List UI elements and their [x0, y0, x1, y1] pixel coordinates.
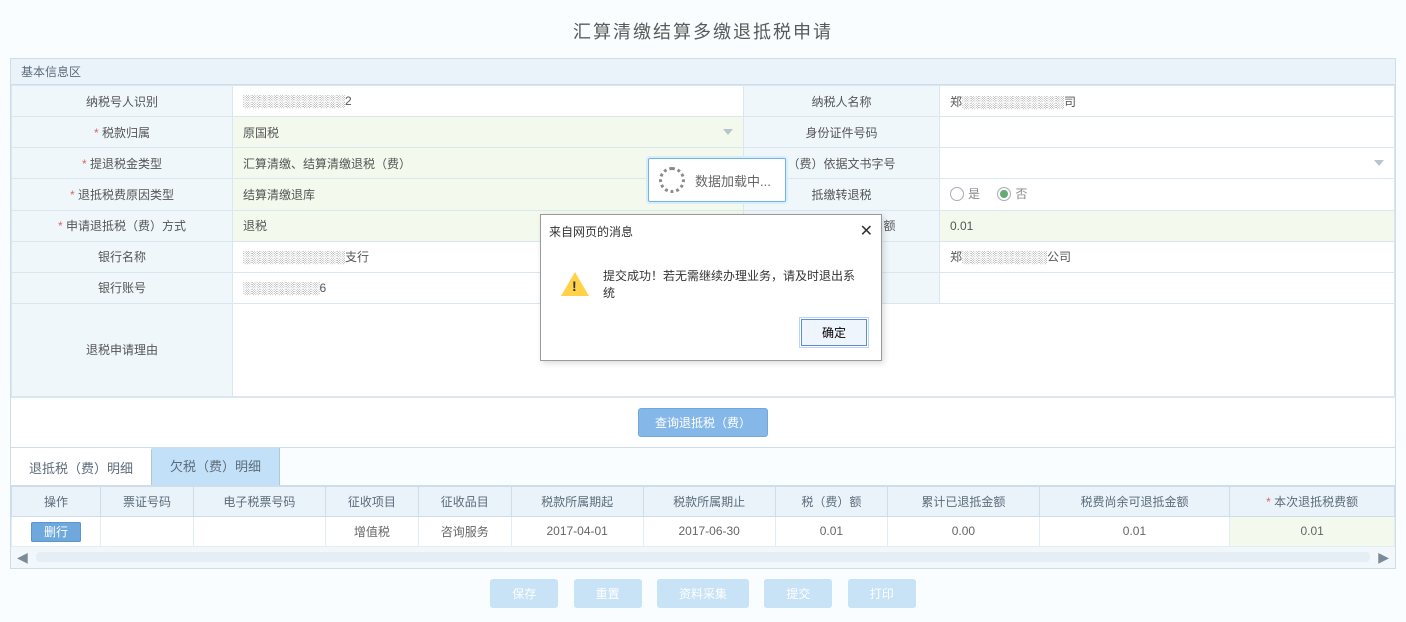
lbl-reason-type: * 退抵税费原因类型 — [12, 179, 233, 211]
col-cert: 票证号码 — [101, 486, 194, 516]
cell-from: 2017-04-01 — [511, 516, 643, 546]
select-tax-belong[interactable]: 原国税 — [233, 117, 744, 148]
query-bar: 查询退抵税（费） — [11, 397, 1395, 447]
cell-this-time[interactable]: 0.01 — [1230, 516, 1395, 546]
lbl-taxpayer-id: 纳税号人识别 — [12, 86, 233, 117]
lbl-bank-name: 银行名称 — [12, 241, 233, 272]
radio-no[interactable]: 否 — [997, 185, 1027, 202]
delete-row-button[interactable]: 删行 — [31, 522, 81, 542]
dialog-ok-button[interactable]: 确定 — [801, 319, 867, 346]
cell-eticket[interactable] — [193, 516, 325, 546]
cell-cert[interactable] — [101, 516, 194, 546]
dialog-message: 提交成功！若无需继续办理业务，请及时退出系统 — [603, 267, 861, 301]
dialog-title: 来自网页的消息 — [549, 223, 633, 240]
save-button[interactable]: 保存 — [490, 579, 558, 608]
lbl-taxpayer-name: 纳税人名称 — [744, 86, 940, 117]
col-subitem: 征收品目 — [418, 486, 511, 516]
close-icon[interactable]: ✕ — [860, 221, 873, 241]
val-taxpayer-id: ░░░░░░░░░░░░2 — [233, 86, 744, 117]
page-title: 汇算清缴结算多缴退抵税申请 — [0, 0, 1406, 58]
cell-to: 2017-06-30 — [643, 516, 775, 546]
col-remain: 税费尚余可退抵金额 — [1039, 486, 1230, 516]
scroll-track[interactable] — [36, 552, 1370, 562]
tab-owe-detail[interactable]: 欠税（费）明细 — [152, 448, 280, 485]
footer-actions: 保存 重置 资料采集 提交 打印 — [0, 579, 1406, 608]
val-apply-amt: 0.01 — [940, 210, 1395, 241]
detail-grid: 操作 票证号码 电子税票号码 征收项目 征收品目 税款所属期起 税款所属期止 税… — [10, 485, 1396, 569]
radio-yes[interactable]: 是 — [950, 185, 980, 202]
col-eticket: 电子税票号码 — [193, 486, 325, 516]
lbl-bank-acct: 银行账号 — [12, 272, 233, 303]
col-item: 征收项目 — [325, 486, 418, 516]
reset-button[interactable]: 重置 — [574, 579, 642, 608]
table-row: 删行 增值税 咨询服务 2017-04-01 2017-06-30 0.01 0… — [12, 516, 1395, 546]
col-to: 税款所属期止 — [643, 486, 775, 516]
lbl-method: * 申请退抵税（费）方式 — [12, 210, 233, 241]
lbl-reason-text: 退税申请理由 — [12, 303, 233, 396]
warning-icon — [561, 272, 589, 296]
lbl-tax-belong: * 税款归属 — [12, 117, 233, 148]
col-op: 操作 — [12, 486, 101, 516]
alert-dialog: 来自网页的消息 ✕ 提交成功！若无需继续办理业务，请及时退出系统 确定 — [540, 214, 882, 361]
cell-item[interactable]: 增值税 — [325, 516, 418, 546]
horizontal-scrollbar[interactable]: ◀ ▶ — [11, 547, 1395, 568]
cell-subitem[interactable]: 咨询服务 — [418, 516, 511, 546]
val-taxpayer-name: 郑░░░░░░░░░░░░司 — [940, 86, 1395, 117]
val-doc-no[interactable] — [940, 148, 1395, 179]
radio-group-offset: 是 否 — [940, 179, 1395, 211]
lbl-refund-kind: * 提退税金类型 — [12, 148, 233, 179]
collect-button[interactable]: 资料采集 — [657, 579, 749, 608]
col-this: * 本次退抵税费额 — [1230, 486, 1395, 516]
val-acct-name: 郑░░░░░░░░░░公司 — [940, 241, 1395, 272]
chevron-down-icon — [723, 129, 733, 135]
chevron-down-icon — [1374, 160, 1384, 166]
lbl-idcard: 身份证件号码 — [744, 117, 940, 148]
col-from: 税款所属期起 — [511, 486, 643, 516]
loading-text: 数据加载中... — [695, 171, 771, 190]
detail-tabs: 退抵税（费）明细 欠税（费）明细 — [10, 448, 1396, 485]
spinner-icon — [659, 167, 685, 193]
cell-remain: 0.01 — [1039, 516, 1230, 546]
section-header: 基本信息区 — [11, 59, 1395, 85]
col-refunded: 累计已退抵金额 — [888, 486, 1040, 516]
val-idcard[interactable] — [940, 117, 1395, 148]
submit-button[interactable]: 提交 — [764, 579, 832, 608]
cell-amount: 0.01 — [775, 516, 887, 546]
query-refund-button[interactable]: 查询退抵税（费） — [638, 408, 768, 437]
cell-refunded: 0.00 — [888, 516, 1040, 546]
print-button[interactable]: 打印 — [848, 579, 916, 608]
tab-refund-detail[interactable]: 退抵税（费）明细 — [11, 448, 152, 485]
loading-indicator: 数据加载中... — [648, 158, 786, 202]
scroll-right-icon[interactable]: ▶ — [1378, 549, 1389, 566]
col-amount: 税（费）额 — [775, 486, 887, 516]
scroll-left-icon[interactable]: ◀ — [17, 549, 28, 566]
